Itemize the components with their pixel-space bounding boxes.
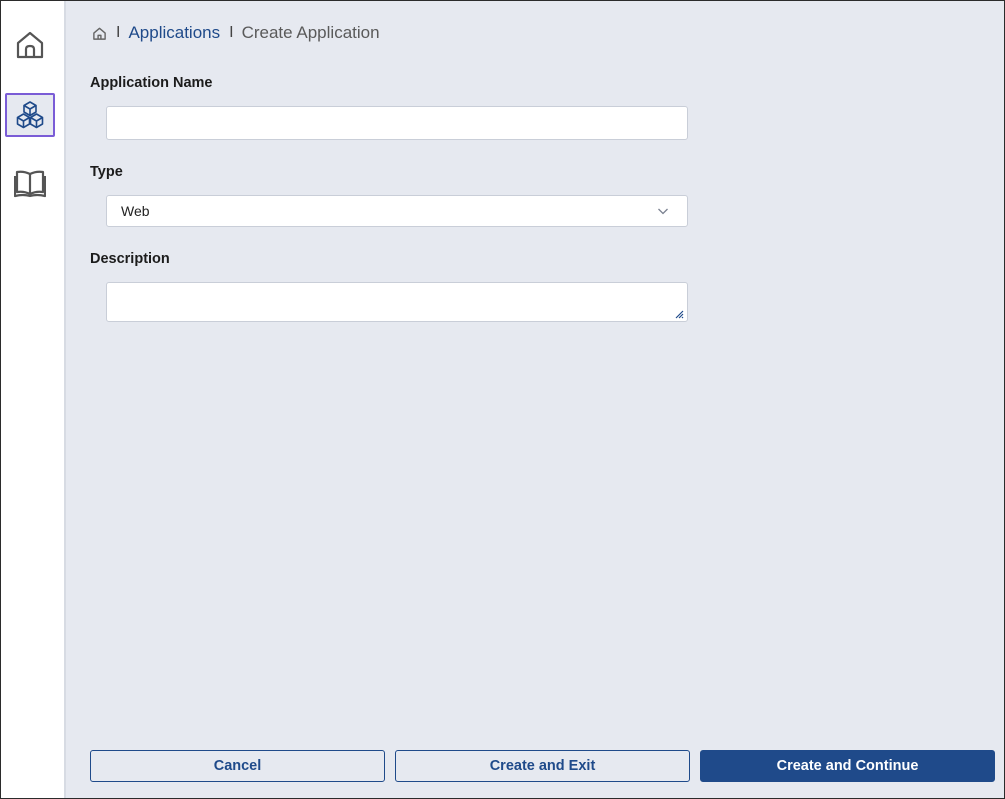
home-icon[interactable] xyxy=(92,26,107,41)
sidebar-item-documentation[interactable] xyxy=(5,161,55,205)
application-name-input[interactable] xyxy=(106,106,688,140)
sidebar xyxy=(1,1,66,798)
home-icon xyxy=(16,31,44,59)
breadcrumb-current: Create Application xyxy=(241,23,380,42)
type-label: Type xyxy=(90,164,123,180)
create-and-continue-button[interactable]: Create and Continue xyxy=(700,750,995,782)
chevron-down-icon xyxy=(658,208,668,215)
sidebar-item-applications[interactable] xyxy=(5,93,55,137)
cubes-icon xyxy=(16,101,44,129)
description-textarea[interactable] xyxy=(106,282,688,322)
description-label: Description xyxy=(90,251,170,267)
sidebar-item-home[interactable] xyxy=(5,23,55,67)
breadcrumb-separator: I xyxy=(116,24,121,41)
app-window: I Applications I Create Application Appl… xyxy=(0,0,1005,799)
breadcrumb: I Applications I Create Application xyxy=(92,23,380,43)
type-select[interactable]: Web xyxy=(106,195,688,227)
application-name-label: Application Name xyxy=(90,75,213,91)
cancel-button[interactable]: Cancel xyxy=(90,750,385,782)
type-select-value: Web xyxy=(121,203,150,219)
create-and-exit-button[interactable]: Create and Exit xyxy=(395,750,690,782)
breadcrumb-applications-link[interactable]: Applications xyxy=(128,23,220,43)
resize-grip-icon[interactable] xyxy=(675,310,684,319)
book-icon xyxy=(14,170,46,198)
breadcrumb-separator: I xyxy=(229,24,234,41)
main-content: I Applications I Create Application Appl… xyxy=(66,1,1004,798)
